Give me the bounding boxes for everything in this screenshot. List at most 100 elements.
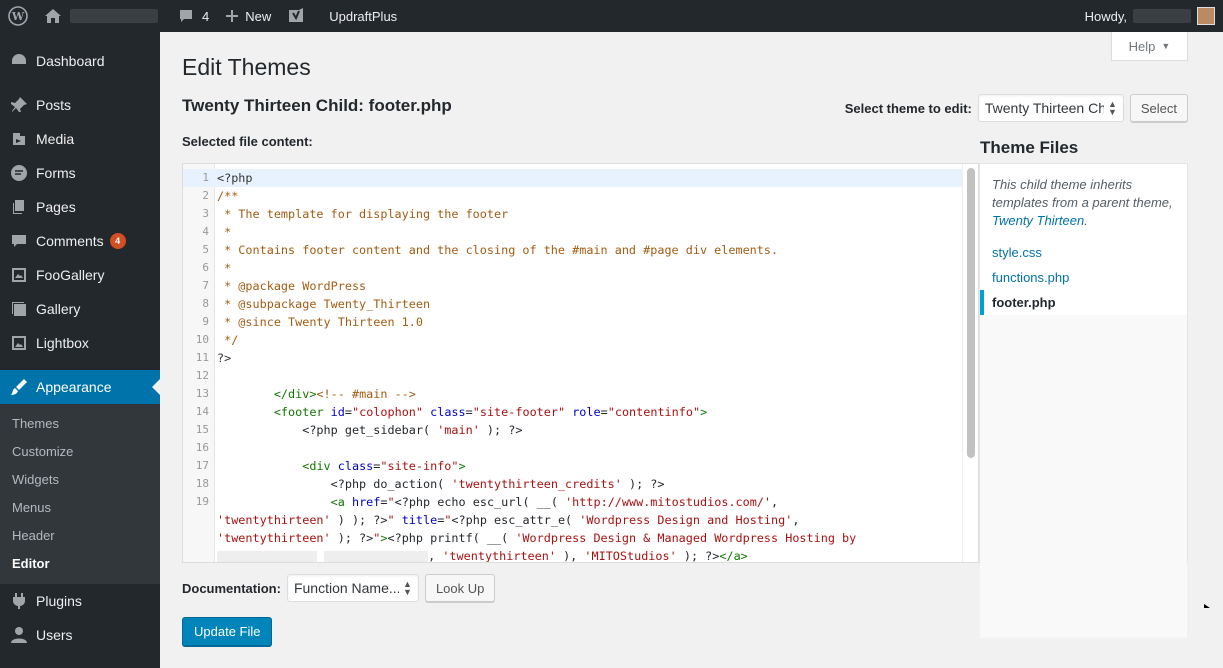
menu-foogallery[interactable]: FooGallery [0, 258, 160, 292]
code-line: 14 <footer id="colophon" class="site-foo… [195, 405, 708, 419]
menu-appearance[interactable]: Appearance [0, 370, 160, 404]
select-arrows-icon: ▲ ▼ [1107, 99, 1117, 117]
documentation-label: Documentation: [182, 580, 281, 596]
submenu-header[interactable]: Header [0, 522, 160, 550]
account-menu[interactable]: Howdy, [1085, 0, 1215, 32]
select-arrows-icon: ▲ ▼ [403, 579, 412, 597]
code-line: 17 <div class="site-info"> [195, 459, 466, 473]
user-icon [10, 626, 28, 644]
theme-select-value: Twenty Thirteen Ch [984, 100, 1104, 116]
code-line: 18 <?php do_action( 'twentythirteen_cred… [195, 477, 665, 491]
menu-forms[interactable]: Forms [0, 156, 160, 190]
page-title: Edit Themes [182, 54, 311, 80]
code-line: 11 ?> [195, 351, 232, 365]
function-name-select[interactable]: Function Name... ▲ ▼ [286, 574, 419, 602]
gallery-icon [10, 300, 28, 318]
yoast-icon [289, 8, 304, 22]
theme-files-panel: This child theme inherits templates from… [979, 163, 1188, 638]
code-line: 5 * Contains footer content and the clos… [202, 243, 779, 257]
menu-plugins[interactable]: Plugins [0, 584, 160, 618]
comments-count: 4 [202, 8, 210, 24]
pin-icon [10, 96, 28, 114]
brush-icon [10, 378, 28, 396]
code-line: 8 * @subpackage Twenty_Thirteen [202, 297, 431, 311]
plus-icon [226, 10, 239, 22]
updraftplus-link[interactable]: UpdraftPlus [321, 0, 405, 32]
menu-users[interactable]: Users [0, 618, 160, 652]
code-line: 16 [195, 441, 209, 454]
menu-dashboard[interactable]: Dashboard [0, 44, 160, 78]
selected-file-label: Selected file content: [182, 134, 313, 149]
admin-bar: W 4 New UpdraftPlus Howdy, [0, 0, 1223, 32]
file-functions-php[interactable]: functions.php [980, 265, 1187, 290]
theme-files-title: Theme Files [980, 138, 1079, 157]
file-style-css[interactable]: style.css [980, 240, 1187, 265]
dashboard-icon [10, 52, 28, 70]
code-line: 15 <?php get_sidebar( 'main' ); ?> [195, 423, 523, 437]
code-content[interactable]: 1 <?php 2/** 3 * The template for display… [183, 169, 963, 562]
svg-text:W: W [11, 10, 25, 23]
file-footer-php[interactable]: footer.php [980, 290, 1187, 315]
submenu-widgets[interactable]: Widgets [0, 466, 160, 494]
menu-lightbox[interactable]: Lightbox [0, 326, 160, 360]
code-editor[interactable]: 1 <?php 2/** 3 * The template for display… [182, 163, 979, 563]
submenu-customize[interactable]: Customize [0, 438, 160, 466]
menu-media[interactable]: Media [0, 122, 160, 156]
comment-icon [180, 10, 192, 22]
submenu-themes[interactable]: Themes [0, 410, 160, 438]
submenu-editor[interactable]: Editor [0, 550, 160, 578]
comments-link[interactable]: 4 [170, 0, 217, 32]
new-label: New [245, 8, 272, 24]
code-line: 'twentythirteen' ); ?>"><?php printf( __… [217, 531, 857, 545]
comments-badge: 4 [109, 233, 126, 249]
code-line: 7 * @package WordPress [202, 279, 367, 293]
code-line: 13 </div><!-- #main --> [195, 387, 416, 401]
select-button[interactable]: Select [1129, 94, 1188, 122]
comment-icon [10, 232, 28, 250]
function-select-value: Function Name... [293, 580, 400, 596]
code-line: 9 * @since Twenty Thirteen 1.0 [202, 315, 423, 329]
theme-files-description: This child theme inherits templates from… [992, 177, 1173, 228]
code-line: 6 * [202, 261, 232, 275]
documentation-form: Documentation: Function Name... ▲ ▼ Look … [182, 574, 496, 602]
gallery-icon [10, 266, 28, 284]
help-label: Help [1128, 38, 1156, 54]
theme-select[interactable]: Twenty Thirteen Ch ▲ ▼ [977, 94, 1124, 122]
look-up-button[interactable]: Look Up [424, 574, 496, 602]
yoast-link[interactable] [279, 0, 313, 32]
menu-posts[interactable]: Posts [0, 88, 160, 122]
code-line: 3 * The template for displaying the foot… [202, 207, 509, 221]
theme-files-list: style.css functions.php footer.php [980, 240, 1187, 638]
editor-scrollbar[interactable] [962, 164, 978, 562]
code-line: 19 <a href="<?php echo esc_url( __( 'htt… [195, 495, 779, 509]
help-tab-button[interactable]: Help ▼ [1111, 32, 1188, 61]
menu-comments[interactable]: Comments 4 [0, 224, 160, 258]
image-icon [10, 334, 28, 352]
code-line: 'twentythirteen' ) ); ?>" title="<?php e… [217, 513, 800, 527]
menu-gallery[interactable]: Gallery [0, 292, 160, 326]
menu-pages[interactable]: Pages [0, 190, 160, 224]
plugin-icon [10, 592, 28, 610]
code-line: 4 * [202, 225, 232, 239]
select-theme-label: Select theme to edit: [844, 100, 972, 116]
code-line: 12 [195, 369, 209, 382]
file-title: Twenty Thirteen Child: footer.php [182, 96, 452, 115]
scrollbar-thumb[interactable] [967, 168, 975, 458]
pages-icon [10, 198, 28, 216]
forms-icon [10, 164, 28, 182]
redacted-text [324, 550, 429, 562]
wordpress-logo-icon[interactable]: W [0, 0, 36, 32]
submenu-menus[interactable]: Menus [0, 494, 160, 522]
parent-theme-link[interactable]: Twenty Thirteen [992, 213, 1084, 228]
site-name-redacted [70, 9, 158, 23]
code-line: 1 <?php [183, 169, 963, 187]
triangle-down-icon: ▼ [1161, 41, 1171, 51]
code-line: , 'twentythirteen' ), 'MITOStudios' ); ?… [183, 547, 963, 562]
code-line: 2/** [202, 189, 239, 203]
code-line: 10 */ [195, 333, 239, 347]
update-file-button[interactable]: Update File [182, 617, 273, 646]
avatar [1197, 7, 1215, 25]
site-name-link[interactable] [36, 0, 166, 32]
new-content-link[interactable]: New [217, 0, 279, 32]
media-icon [10, 130, 28, 148]
